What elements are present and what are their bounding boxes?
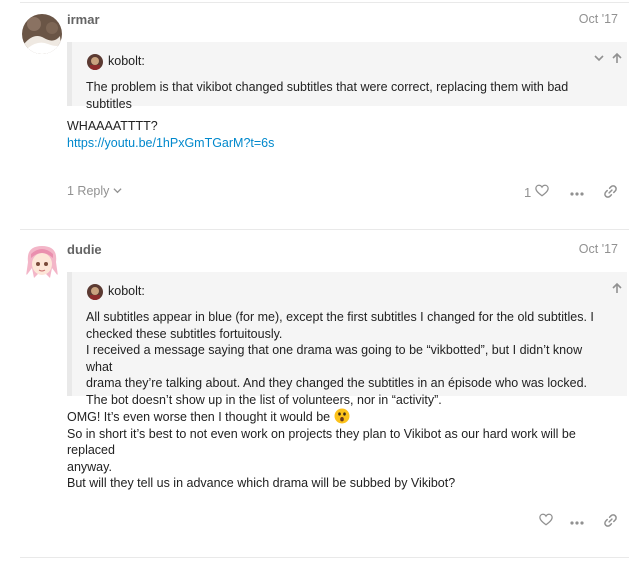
more-icon[interactable] (570, 515, 584, 531)
quote-author: kobolt: (108, 284, 145, 298)
quote-avatar (87, 54, 103, 70)
quote-line: All subtitles appear in blue (for me), e… (86, 310, 594, 324)
quote-block: kobolt: All subtitles appear in blue (fo… (67, 272, 627, 407)
avatar[interactable] (22, 14, 62, 54)
post-irmar: irmar Oct '17 kobolt: The problem is tha… (0, 0, 641, 230)
quote-line: The problem is that vikibot changed subt… (86, 80, 569, 111)
astonished-emoji-icon (334, 408, 350, 424)
chevron-up-icon[interactable] (611, 282, 623, 297)
post-text: OMG! It’s even worse then I thought it w… (67, 410, 331, 424)
post-date[interactable]: Oct '17 (579, 12, 618, 26)
quote-line: The bot doesn’t show up in the list of v… (86, 392, 442, 407)
quote-line: drama they’re talking about. And they ch… (86, 376, 588, 390)
replies-label: 1 Reply (67, 184, 110, 198)
quote-line: I received a message saying that one dra… (86, 343, 583, 374)
post-text-line: WHAAAATTTT? (67, 119, 158, 133)
like-count: 1 (524, 185, 532, 200)
chevron-up-icon[interactable] (611, 52, 623, 67)
youtube-link[interactable]: https://youtu.be/1hPxGmTGarM?t=6s (67, 136, 274, 150)
post-text-line: OMG! It’s even worse then I thought it w… (67, 408, 621, 426)
chevron-down-icon (113, 184, 122, 198)
quote-block: kobolt: The problem is that vikibot chan… (67, 42, 627, 111)
like-button[interactable]: 1 (524, 184, 549, 201)
quote-avatar (87, 284, 103, 300)
quote-text: All subtitles appear in blue (for me), e… (86, 309, 609, 408)
more-icon[interactable] (570, 186, 584, 202)
username[interactable]: irmar (67, 12, 100, 27)
chevron-down-icon[interactable] (593, 52, 605, 67)
post-divider (20, 557, 629, 558)
heart-icon (539, 513, 553, 529)
post-text-line: So in short it’s best to not even work o… (67, 426, 576, 458)
replies-button[interactable]: 1 Reply (67, 184, 122, 198)
post-text-line: But will they tell us in advance which d… (67, 476, 456, 490)
post-body: OMG! It’s even worse then I thought it w… (67, 408, 621, 492)
link-icon[interactable] (603, 184, 618, 202)
username[interactable]: dudie (67, 242, 102, 257)
like-button[interactable] (539, 513, 553, 529)
post-date[interactable]: Oct '17 (579, 242, 618, 256)
quote-author: kobolt: (108, 54, 145, 68)
quote-line: checked these subtitles fortuitously. (86, 326, 283, 341)
avatar[interactable] (22, 242, 62, 282)
post-body: WHAAAATTTT? https://youtu.be/1hPxGmTGarM… (67, 118, 621, 151)
link-icon[interactable] (603, 513, 618, 531)
post-text-line: anyway. (67, 459, 112, 474)
post-dudie: dudie Oct '17 kobolt: All subtitles appe… (0, 230, 641, 560)
heart-icon (535, 184, 549, 200)
